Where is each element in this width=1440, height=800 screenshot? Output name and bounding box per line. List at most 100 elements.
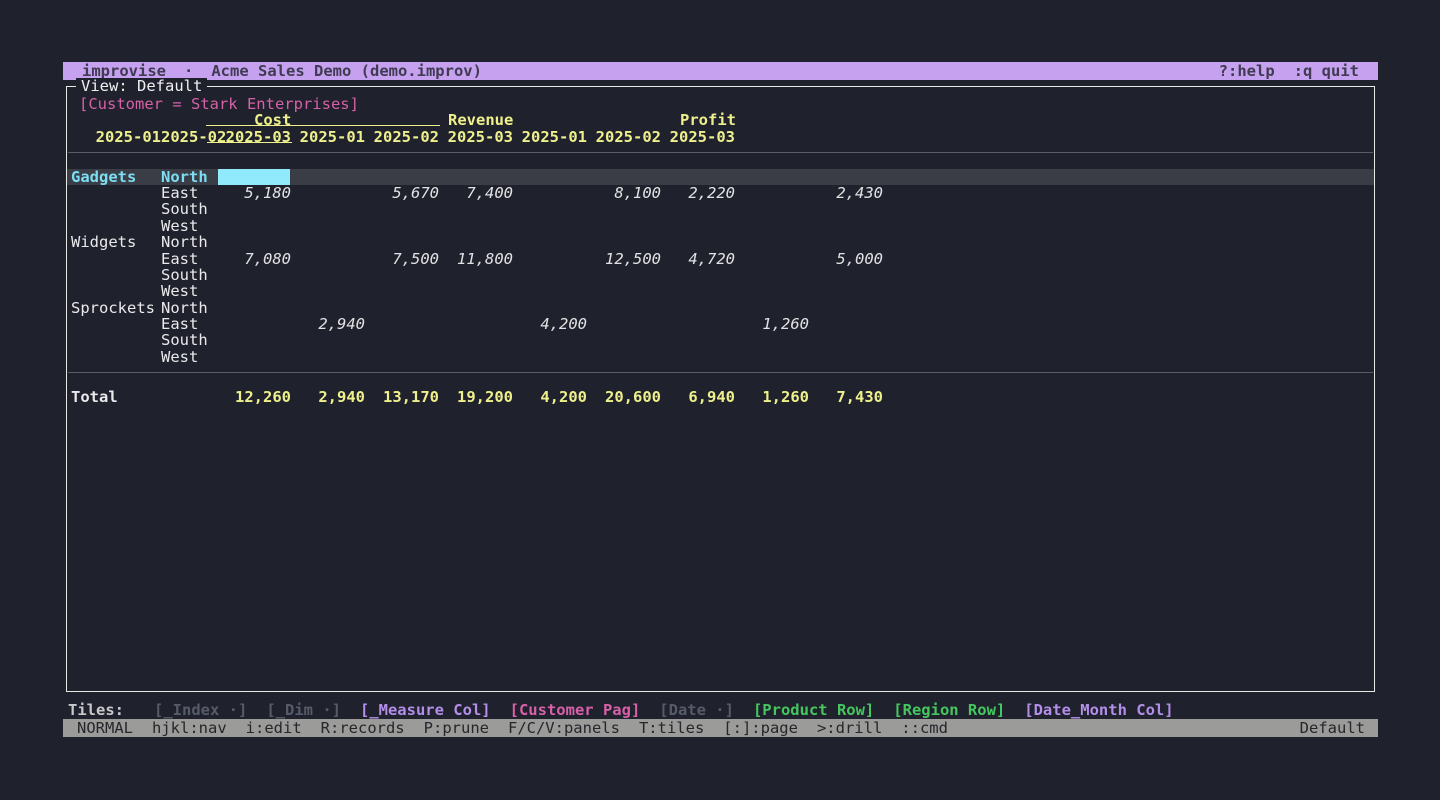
region-cell[interactable]: North: [161, 169, 214, 185]
region-cell[interactable]: East: [161, 251, 214, 267]
value-cell[interactable]: [735, 332, 809, 348]
value-cell[interactable]: [513, 349, 587, 365]
tile[interactable]: [_Measure Col]: [360, 702, 491, 719]
table-row[interactable]: South: [67, 332, 1374, 348]
value-cell[interactable]: 2,430: [809, 185, 883, 201]
value-cell[interactable]: [661, 283, 735, 299]
value-cell[interactable]: [214, 349, 291, 365]
value-cell[interactable]: 12,500: [587, 251, 661, 267]
value-cell[interactable]: [735, 349, 809, 365]
value-cell[interactable]: [439, 201, 513, 217]
value-cell[interactable]: 5,000: [809, 251, 883, 267]
value-cell[interactable]: [661, 201, 735, 217]
value-cell[interactable]: [365, 300, 439, 316]
table-row[interactable]: West: [67, 349, 1374, 365]
value-cell[interactable]: [291, 201, 365, 217]
tile[interactable]: [Product Row]: [753, 702, 874, 719]
product-cell[interactable]: [71, 251, 161, 267]
region-cell[interactable]: South: [161, 201, 214, 217]
value-cell[interactable]: [291, 332, 365, 348]
value-cell[interactable]: [513, 300, 587, 316]
value-cell[interactable]: [587, 349, 661, 365]
value-cell[interactable]: [439, 267, 513, 283]
region-cell[interactable]: West: [161, 349, 214, 365]
product-cell[interactable]: [71, 218, 161, 234]
value-cell[interactable]: 1,260: [735, 316, 809, 332]
table-row[interactable]: GadgetsNorth: [67, 169, 1374, 185]
value-cell[interactable]: [439, 349, 513, 365]
region-cell[interactable]: West: [161, 283, 214, 299]
value-cell[interactable]: [439, 316, 513, 332]
value-cell[interactable]: [661, 349, 735, 365]
value-cell[interactable]: [291, 283, 365, 299]
value-cell[interactable]: 5,670: [365, 185, 439, 201]
value-cell[interactable]: [809, 349, 883, 365]
value-cell[interactable]: [661, 218, 735, 234]
product-cell[interactable]: Sprockets: [71, 300, 161, 316]
tile[interactable]: [Date ·]: [659, 702, 734, 719]
value-cell[interactable]: [661, 169, 735, 185]
value-cell[interactable]: [365, 267, 439, 283]
value-cell[interactable]: [809, 234, 883, 250]
value-cell[interactable]: [809, 332, 883, 348]
value-cell[interactable]: [365, 332, 439, 348]
value-cell[interactable]: 8,100: [587, 185, 661, 201]
value-cell[interactable]: [809, 169, 883, 185]
value-cell[interactable]: [735, 201, 809, 217]
value-cell[interactable]: [291, 218, 365, 234]
value-cell[interactable]: [661, 234, 735, 250]
region-cell[interactable]: North: [161, 300, 214, 316]
value-cell[interactable]: [291, 251, 365, 267]
value-cell[interactable]: [587, 300, 661, 316]
value-cell[interactable]: [735, 234, 809, 250]
value-cell[interactable]: [439, 283, 513, 299]
product-cell[interactable]: [71, 267, 161, 283]
table-row[interactable]: West: [67, 218, 1374, 234]
table-row[interactable]: SprocketsNorth: [67, 300, 1374, 316]
value-cell[interactable]: 2,940: [291, 316, 365, 332]
product-cell[interactable]: [71, 349, 161, 365]
region-cell[interactable]: South: [161, 332, 214, 348]
table-row[interactable]: East7,0807,50011,80012,5004,7205,000: [67, 251, 1374, 267]
value-cell[interactable]: [513, 283, 587, 299]
tile[interactable]: [Region Row]: [893, 702, 1005, 719]
value-cell[interactable]: [439, 332, 513, 348]
value-cell[interactable]: [735, 185, 809, 201]
value-cell[interactable]: [735, 251, 809, 267]
table-row[interactable]: South: [67, 201, 1374, 217]
tile[interactable]: [_Dim ·]: [266, 702, 341, 719]
value-cell[interactable]: [214, 332, 291, 348]
value-cell[interactable]: 7,400: [439, 185, 513, 201]
value-cell[interactable]: [809, 218, 883, 234]
cell-cursor[interactable]: [218, 169, 290, 185]
product-cell[interactable]: [71, 185, 161, 201]
value-cell[interactable]: [513, 332, 587, 348]
product-cell[interactable]: [71, 201, 161, 217]
table-row[interactable]: East5,1805,6707,4008,1002,2202,430: [67, 185, 1374, 201]
value-cell[interactable]: [439, 300, 513, 316]
value-cell[interactable]: [587, 267, 661, 283]
value-cell[interactable]: [214, 316, 291, 332]
value-cell[interactable]: 7,500: [365, 251, 439, 267]
value-cell[interactable]: [587, 316, 661, 332]
value-cell[interactable]: [439, 169, 513, 185]
value-cell[interactable]: [809, 267, 883, 283]
value-cell[interactable]: [365, 283, 439, 299]
value-cell[interactable]: 7,080: [214, 251, 291, 267]
value-cell[interactable]: [661, 300, 735, 316]
tile[interactable]: [_Index ·]: [154, 702, 247, 719]
value-cell[interactable]: [809, 316, 883, 332]
table-row[interactable]: South: [67, 267, 1374, 283]
product-cell[interactable]: [71, 283, 161, 299]
value-cell[interactable]: [214, 267, 291, 283]
value-cell[interactable]: [365, 201, 439, 217]
value-cell[interactable]: [513, 169, 587, 185]
value-cell[interactable]: [587, 201, 661, 217]
value-cell[interactable]: [291, 349, 365, 365]
table-row[interactable]: East2,9404,2001,260: [67, 316, 1374, 332]
value-cell[interactable]: [291, 267, 365, 283]
value-cell[interactable]: [587, 234, 661, 250]
value-cell[interactable]: [661, 316, 735, 332]
value-cell[interactable]: [214, 283, 291, 299]
value-cell[interactable]: [365, 218, 439, 234]
